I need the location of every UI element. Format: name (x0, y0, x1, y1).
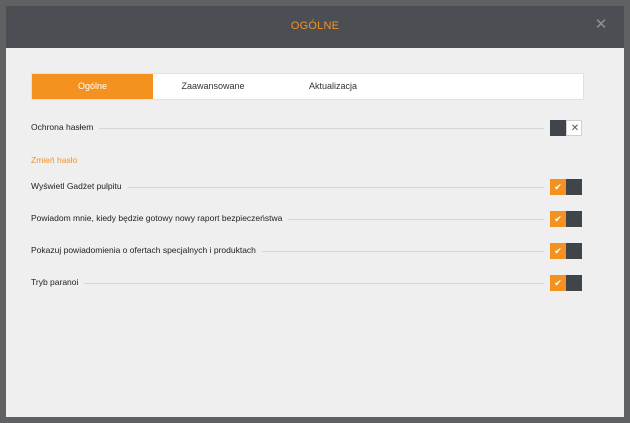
toggle-on-side: ✔ (550, 275, 566, 291)
check-icon: ✔ (554, 278, 562, 288)
special-offers-toggle[interactable]: ✔ (550, 243, 582, 259)
x-icon: ✕ (570, 123, 580, 134)
password-protection-toggle[interactable]: ✕ (550, 120, 582, 136)
toggle-knob (550, 120, 566, 136)
dialog-title: OGÓLNE (290, 20, 340, 32)
change-password-link[interactable]: Zmień hasło (31, 155, 77, 165)
row-divider (31, 283, 544, 284)
setting-label: Ochrona hasłem (31, 122, 100, 132)
toggle-knob (566, 275, 582, 291)
desktop-gadget-toggle[interactable]: ✔ (550, 179, 582, 195)
close-icon[interactable]: ✕ (594, 17, 608, 32)
security-report-toggle[interactable]: ✔ (550, 211, 582, 227)
check-icon: ✔ (554, 214, 562, 224)
setting-row-security-report: Powiadom mnie, kiedy będzie gotowy nowy … (31, 210, 582, 228)
setting-row-password-protection: Ochrona hasłem ✕ (31, 119, 582, 137)
tab-advanced[interactable]: Zaawansowane (153, 74, 273, 99)
toggle-off-side: ✕ (566, 120, 582, 136)
setting-label: Wyświetl Gadżet pulpitu (31, 181, 128, 191)
check-icon: ✔ (554, 182, 562, 192)
paranoia-mode-toggle[interactable]: ✔ (550, 275, 582, 291)
title-bar: OGÓLNE ✕ (6, 6, 624, 48)
settings-dialog: OGÓLNE ✕ Ogólne Zaawansowane Aktualizacj… (0, 0, 630, 423)
setting-label: Pokazuj powiadomienia o ofertach specjal… (31, 245, 262, 255)
toggle-on-side: ✔ (550, 243, 566, 259)
setting-label: Tryb paranoi (31, 277, 85, 287)
toggle-on-side: ✔ (550, 211, 566, 227)
setting-row-special-offers: Pokazuj powiadomienia o ofertach specjal… (31, 242, 582, 260)
setting-label: Powiadom mnie, kiedy będzie gotowy nowy … (31, 213, 289, 223)
setting-row-desktop-gadget: Wyświetl Gadżet pulpitu ✔ (31, 178, 582, 196)
check-icon: ✔ (554, 246, 562, 256)
toggle-on-side: ✔ (550, 179, 566, 195)
dialog-content: Ogólne Zaawansowane Aktualizacja Ochrona… (6, 48, 624, 417)
toggle-knob (566, 211, 582, 227)
toggle-knob (566, 179, 582, 195)
row-divider (31, 128, 544, 129)
tab-bar: Ogólne Zaawansowane Aktualizacja (31, 73, 584, 100)
setting-row-paranoia-mode: Tryb paranoi ✔ (31, 274, 582, 292)
toggle-knob (566, 243, 582, 259)
tab-updates[interactable]: Aktualizacja (273, 74, 393, 99)
tab-general[interactable]: Ogólne (32, 74, 153, 99)
